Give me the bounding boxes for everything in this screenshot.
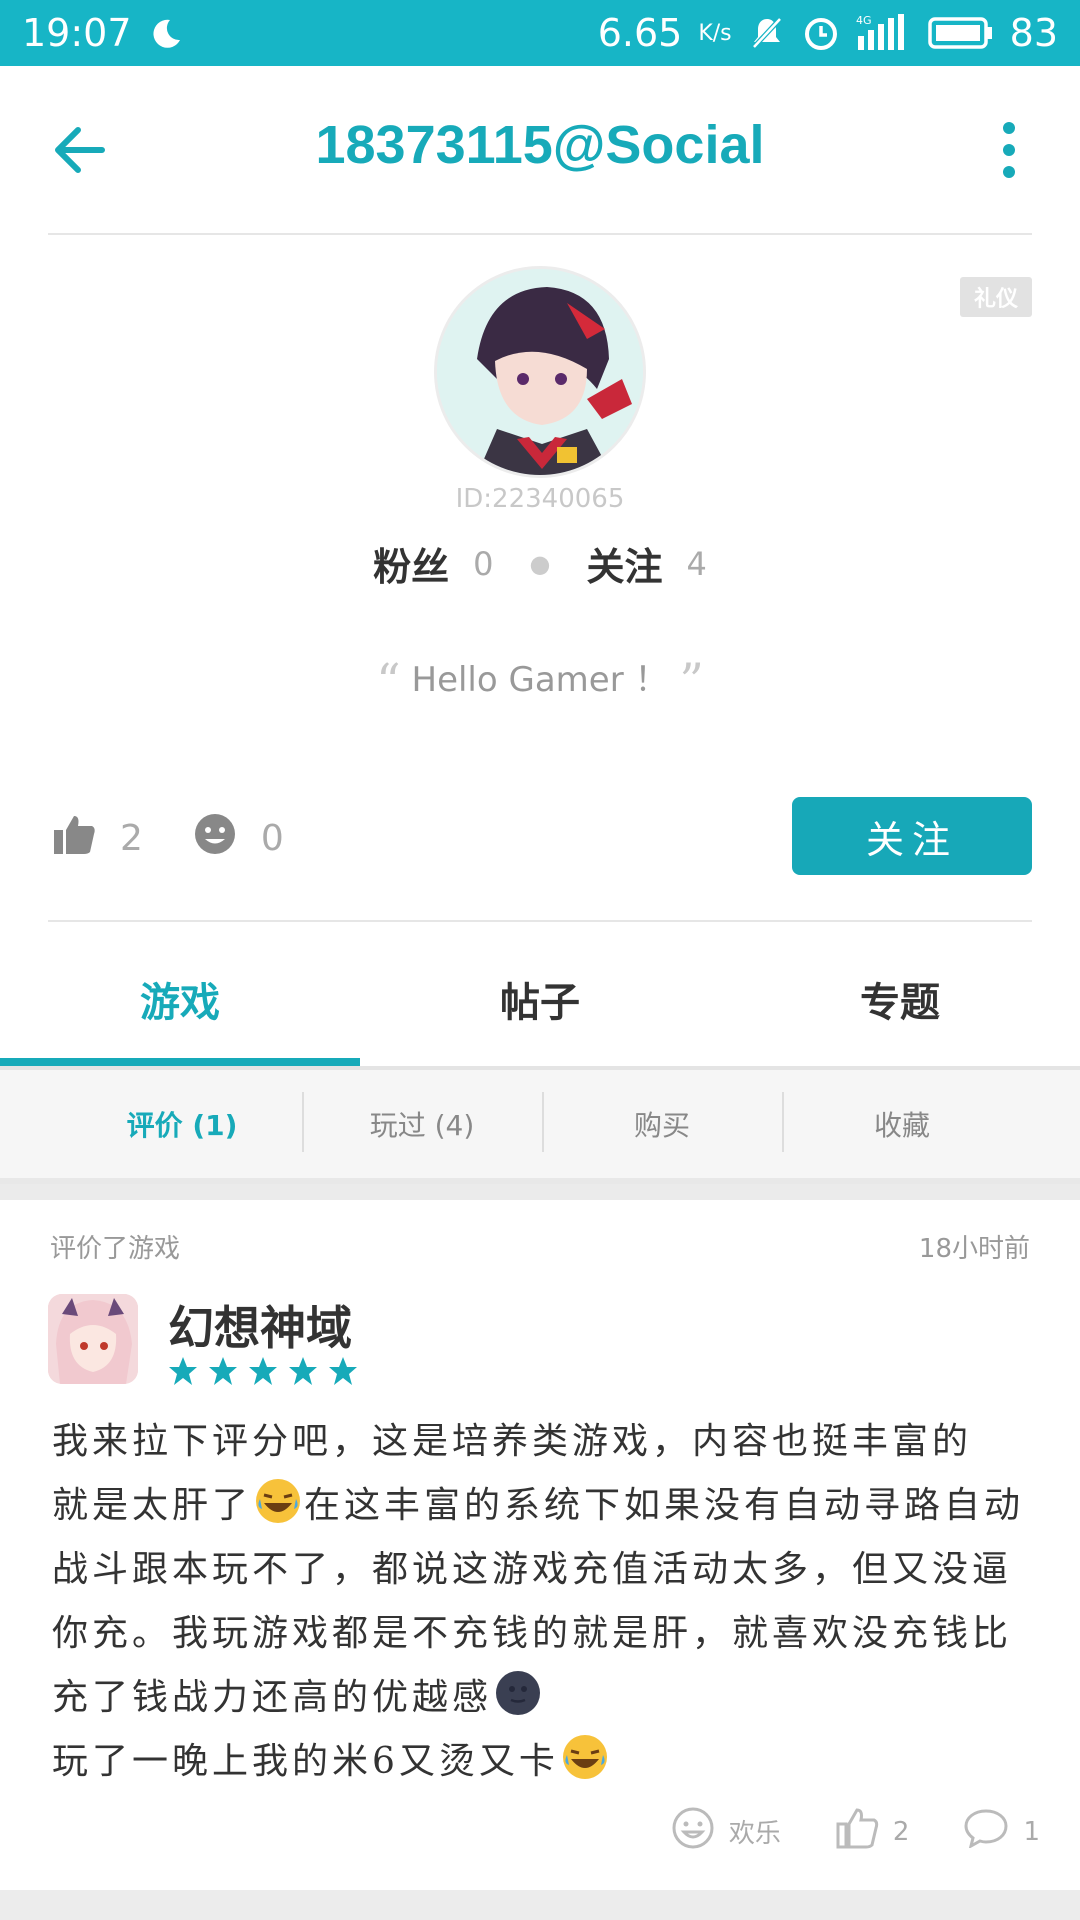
etiquette-badge[interactable]: 礼仪	[960, 277, 1032, 317]
follow-button[interactable]: 关注	[792, 797, 1032, 875]
review-like-button[interactable]: 2	[835, 1806, 910, 1857]
open-quote-icon: “	[376, 653, 401, 710]
star-icon	[289, 1357, 317, 1385]
star-icon	[329, 1357, 357, 1385]
smiley-icon	[193, 812, 237, 865]
rating-stars	[168, 1356, 358, 1386]
stat-separator: ●	[529, 549, 551, 578]
following-label[interactable]: 关注	[586, 536, 662, 591]
user-id: ID:22340065	[455, 484, 625, 514]
net-unit: K/s	[698, 20, 732, 46]
game-icon[interactable]	[48, 1294, 138, 1384]
app-bar: 18373115@Social	[0, 66, 1080, 234]
fun-reaction-button[interactable]: 欢乐	[671, 1806, 781, 1857]
star-icon	[169, 1357, 197, 1385]
mute-bell-icon	[748, 14, 786, 52]
subtab-played[interactable]: 玩过 (4)	[302, 1092, 542, 1152]
fans-label[interactable]: 粉丝	[373, 536, 449, 591]
avatar[interactable]	[434, 266, 646, 478]
more-options-icon[interactable]	[994, 118, 1024, 182]
user-bio: “ Hello Gamer ！ ”	[0, 652, 1080, 710]
thumbs-up-outline-icon	[835, 1806, 879, 1857]
signal-icon: 4G	[856, 14, 912, 52]
review-meta: 评价了游戏 18小时前	[50, 1228, 1030, 1265]
laughing-emoji-icon	[254, 1477, 302, 1525]
tab-posts[interactable]: 帖子	[360, 936, 720, 1066]
battery-level: 83	[1009, 11, 1058, 55]
svg-text:4G: 4G	[856, 14, 872, 27]
bottom-gap	[0, 1890, 1080, 1920]
section-gap	[0, 1184, 1080, 1200]
laughing-emoji-icon-2	[561, 1733, 609, 1781]
tab-games[interactable]: 游戏	[0, 936, 360, 1066]
alarm-icon	[802, 14, 840, 52]
profile-smile[interactable]: 0	[193, 812, 284, 865]
status-time: 19:07	[22, 11, 132, 55]
review-line-4: 玩了一晚上我的米6又烫又卡	[52, 1741, 559, 1782]
main-tabs: 游戏 帖子 专题	[0, 936, 1080, 1066]
review-line-1: 我来拉下评分吧，这是培养类游戏，内容也挺丰富的	[52, 1421, 973, 1462]
status-bar: 19:07 6.65 K/s 4G 83	[0, 0, 1080, 66]
review-actions: 欢乐 2 1	[671, 1806, 1040, 1857]
game-title[interactable]: 幻想神域	[168, 1292, 352, 1358]
battery-icon	[927, 16, 994, 50]
close-quote-icon: ”	[679, 653, 704, 710]
header-divider	[48, 233, 1032, 235]
profile-like[interactable]: 2	[52, 812, 143, 865]
profile-reactions: 2 0	[52, 812, 334, 865]
moon-icon	[148, 16, 182, 50]
review-like-count: 2	[892, 1816, 910, 1847]
star-icon	[249, 1357, 277, 1385]
new-moon-emoji-icon	[494, 1669, 542, 1717]
sub-tabs: 评价 (1) 玩过 (4) 购买 收藏	[0, 1066, 1080, 1184]
review-line-2: 就是太肝了	[52, 1485, 253, 1526]
net-speed: 6.65	[597, 11, 683, 55]
comment-bubble-icon	[963, 1808, 1009, 1855]
profile-smile-count: 0	[260, 818, 284, 859]
profile-divider	[48, 920, 1032, 922]
review-comment-count: 1	[1023, 1816, 1040, 1847]
follow-stats: 粉丝 0 ● 关注 4	[0, 536, 1080, 591]
subtab-purchased[interactable]: 购买	[542, 1092, 782, 1152]
review-time: 18小时前	[918, 1234, 1030, 1264]
page-title: 18373115@Social	[315, 115, 765, 175]
star-icon	[209, 1357, 237, 1385]
tab-topics[interactable]: 专题	[720, 936, 1080, 1066]
following-count: 4	[686, 544, 707, 583]
bio-text: Hello Gamer ！	[411, 660, 669, 700]
profile-like-count: 2	[120, 818, 143, 859]
fun-reaction-label: 欢乐	[728, 1819, 781, 1849]
fans-count: 0	[473, 544, 494, 583]
review-text: 我来拉下评分吧，这是培养类游戏，内容也挺丰富的 就是太肝了 在这丰富的系统下如果没有…	[52, 1410, 1036, 1794]
subtab-reviews[interactable]: 评价 (1)	[62, 1104, 302, 1144]
review-comment-button[interactable]: 1	[963, 1808, 1040, 1855]
review-action-label: 评价了游戏	[50, 1234, 181, 1264]
smile-outline-icon	[671, 1806, 715, 1857]
subtab-favorites[interactable]: 收藏	[782, 1092, 1022, 1152]
thumbs-up-icon	[52, 812, 96, 865]
